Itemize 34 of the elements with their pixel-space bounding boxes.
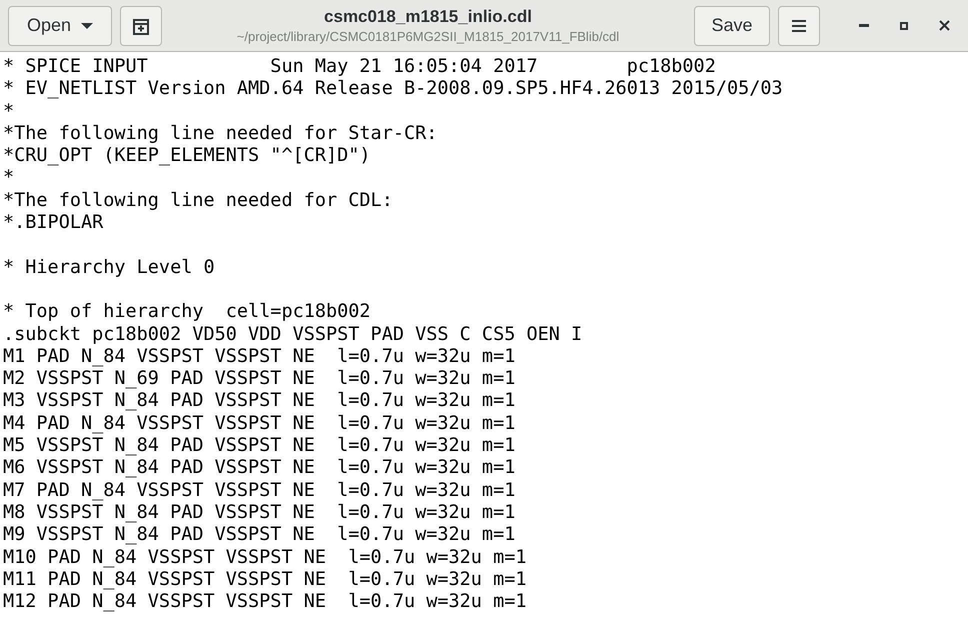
- code-line: M5 VSSPST N_84 PAD VSSPST NE l=0.7u w=32u m=1: [3, 435, 516, 456]
- code-line: *.BIPOLAR: [3, 212, 104, 234]
- code-line: * Top of hierarchy cell=pc18b002: [3, 301, 371, 322]
- new-tab-button[interactable]: [120, 6, 162, 46]
- menu-button[interactable]: [778, 6, 820, 46]
- code-line: *: [3, 100, 14, 122]
- code-line: M4 PAD N_84 VSSPST VSSPST NE l=0.7u w=32u m=1: [3, 412, 516, 434]
- code-line: *: [3, 167, 14, 188]
- code-line: *CRU_OPT (KEEP_ELEMENTS "^[CR]D"): [3, 145, 371, 166]
- maximize-icon: [900, 22, 908, 30]
- window-title: csmc018_m1815_inlio.cdl: [324, 6, 532, 28]
- code-line: M1 PAD N_84 VSSPST VSSPST NE l=0.7u w=32u m=1: [3, 346, 516, 367]
- code-line: M7 PAD N_84 VSSPST VSSPST NE l=0.7u w=32u m=1: [3, 480, 516, 501]
- code-line: M8 VSSPST N_84 PAD VSSPST NE l=0.7u w=32u m=1: [3, 502, 516, 523]
- dropdown-caret-icon: [81, 22, 94, 28]
- code-line: *The following line needed for Star-CR:: [3, 122, 438, 144]
- open-button[interactable]: Open: [8, 6, 112, 46]
- close-icon: [938, 20, 950, 31]
- code-line: .subckt pc18b002 VD50 VDD VSSPST PAD VSS C CS5 OEN I: [3, 324, 582, 345]
- code-line: M9 VSSPST N_84 PAD VSSPST NE l=0.7u w=32u m=1: [3, 524, 516, 546]
- save-button[interactable]: Save: [694, 6, 770, 46]
- menu-icon: [792, 20, 806, 32]
- code-line: M3 VSSPST N_84 PAD VSSPST NE l=0.7u w=32u m=1: [3, 390, 516, 412]
- minimize-icon: [859, 24, 869, 27]
- code-line: M6 VSSPST N_84 PAD VSSPST NE l=0.7u w=32u m=1: [3, 457, 516, 478]
- code-line: M2 VSSPST N_69 PAD VSSPST NE l=0.7u w=32u m=1: [3, 368, 516, 390]
- code-line: M10 PAD N_84 VSSPST VSSPST NE l=0.7u w=32u m=1: [3, 546, 526, 568]
- file-path: ~/project/library/CSMC0181P6MG2SII_M1815_2017V11_FBlib/cdl: [236, 28, 620, 46]
- code-line: M11 PAD N_84 VSSPST VSSPST NE l=0.7u w=32u m=1: [3, 568, 526, 590]
- code-line: * Hierarchy Level 0: [3, 256, 215, 278]
- code-line: M12 PAD N_84 VSSPST VSSPST NE l=0.7u w=32u m=1: [3, 591, 526, 612]
- code-line: * EV_NETLIST Version AMD.64 Release B-2008.09.SP5.HF4.26013 2015/05/03: [3, 78, 783, 100]
- code-line: *The following line needed for CDL:: [3, 190, 393, 211]
- code-line: * SPICE INPUT Sun May 21 16:05:04 2017 pc18b002: [3, 56, 716, 77]
